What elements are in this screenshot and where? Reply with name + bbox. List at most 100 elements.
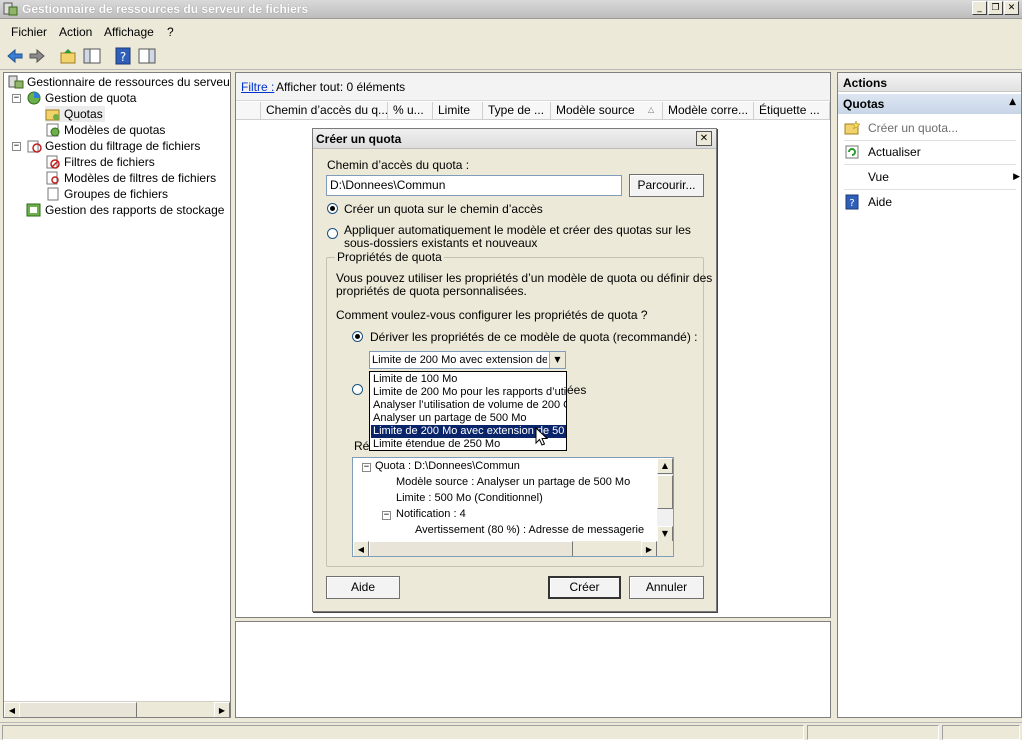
radio-create-on-path-label[interactable]: Créer un quota sur le chemin d’accès [344,202,543,216]
tree-file-screening[interactable]: Gestion du filtrage de fichiers [26,138,200,154]
tree-storage-reports[interactable]: Gestion des rapports de stockage [26,202,224,218]
browse-button[interactable]: Parcourir... [629,174,704,197]
expander-quota-mgmt[interactable]: − [12,94,21,103]
file-screening-icon [27,140,42,153]
create-button[interactable]: Créer [548,576,621,599]
template-combobox[interactable]: Limite de 200 Mo avec extension de ▼ [369,351,566,369]
scroll-left-arrow-icon[interactable]: ◀ [353,541,369,556]
radio-custom-properties[interactable] [352,384,363,395]
server-icon [8,75,24,89]
dropdown-arrow-icon[interactable]: ▼ [549,352,565,368]
up-folder-icon[interactable] [58,46,78,66]
column-header-source-template[interactable]: Modèle source [551,102,663,120]
column-header-icon[interactable] [236,102,261,120]
actions-pane: Actions Quotas ▲ Créer un quota... Actua… [837,72,1022,718]
summary-notification: Notification : 4 [396,508,466,520]
column-header-type[interactable]: Type de ... [483,102,551,120]
actions-header: Actions [838,73,1021,92]
radio-auto-apply[interactable] [327,228,338,239]
radio-create-on-path[interactable] [327,203,338,214]
custom-properties-label-visible[interactable]: ées [567,383,586,397]
scroll-down-arrow-icon[interactable]: ▼ [657,526,673,542]
dialog-close-icon[interactable]: ✕ [696,131,712,146]
forward-icon[interactable] [27,46,47,66]
refresh-icon [845,145,859,159]
action-refresh[interactable]: Actualiser [844,142,1016,162]
radio-derive-template-label[interactable]: Dériver les propriétés de ce modèle de q… [370,330,698,344]
summary-vscroll-thumb[interactable] [657,475,673,509]
tree-file-filters[interactable]: Filtres de fichiers [45,154,155,170]
title-bar: Gestionnaire de ressources du serveur de… [0,0,1022,19]
expander-filter-mgmt[interactable]: − [12,142,21,151]
collapse-up-icon[interactable]: ▲ [1009,97,1016,107]
menu-fichier[interactable]: Fichier [11,25,47,39]
menu-affichage[interactable]: Affichage [104,25,154,39]
scroll-up-arrow-icon[interactable]: ▲ [657,458,673,474]
summary-limit: Limite : 500 Mo (Conditionnel) [396,492,543,504]
console-tree: Gestionnaire de ressources du serveur de… [3,72,231,718]
help-button[interactable]: Aide [326,576,400,599]
scroll-right-arrow-icon[interactable]: ▶ [214,702,230,717]
dropdown-option[interactable]: Analyser l’utilisation de volume de 200 … [371,399,566,412]
summary-quota-path: Quota : D:\Donnees\Commun [375,460,520,472]
storage-reports-icon [26,203,41,217]
action-create-quota[interactable]: Créer un quota... [844,118,1016,138]
dropdown-option[interactable]: Limite de 200 Mo pour les rapports d’uti… [371,386,566,399]
radio-derive-template[interactable] [352,331,363,342]
tree-hscrollbar[interactable]: ◀ ▶ [4,701,230,717]
quota-path-label: Chemin d’accès du quota : [327,158,470,172]
menu-help[interactable]: ? [167,25,174,39]
show-hide-tree-icon[interactable] [82,46,102,66]
template-combobox-value: Limite de 200 Mo avec extension de [372,354,547,366]
action-help[interactable]: ? Aide [844,192,1016,212]
column-header-limit[interactable]: Limite [433,102,483,120]
column-header-path[interactable]: Chemin d’accès du q... [261,102,388,120]
details-pane [235,621,831,718]
column-header-label[interactable]: Étiquette ... [754,102,830,120]
dropdown-option[interactable]: Analyser un partage de 500 Mo [371,412,566,425]
summary-hscroll-thumb[interactable] [369,541,573,556]
column-header-match-template[interactable]: Modèle corre... [663,102,754,120]
status-segment-right [942,725,1020,740]
quota-templates-icon [46,123,60,137]
show-hide-action-pane-icon[interactable] [137,46,157,66]
scroll-right-arrow-icon[interactable]: ▶ [641,541,657,556]
summary-vscrollbar[interactable]: ▲ ▼ [657,458,673,542]
summary-expander-quota[interactable]: − [362,463,371,472]
action-separator [844,164,1016,165]
filter-template-icon [46,171,59,185]
tree-scroll-thumb[interactable] [19,702,137,717]
action-separator [844,189,1016,190]
filter-bar: Filtre : Afficher tout: 0 éléments [236,73,830,101]
tree-quota-templates[interactable]: Modèles de quotas [45,122,165,138]
close-button[interactable]: ✕ [1004,1,1019,15]
filter-link[interactable]: Filtre : [241,80,274,94]
menu-action[interactable]: Action [59,25,92,39]
restore-button[interactable]: ❐ [988,1,1003,15]
action-view[interactable]: Vue ▶ [844,167,1020,187]
help-icon: ? [845,194,859,210]
filter-status: Afficher tout: 0 éléments [276,80,406,94]
dialog-title: Créer un quota [316,132,402,146]
status-segment-middle [807,725,939,740]
quota-path-input[interactable]: D:\Donnees\Commun [326,175,622,196]
tree-root[interactable]: Gestionnaire de ressources du serveur de… [8,74,230,90]
tree-quotas[interactable]: Quotas [45,106,105,122]
summary-expander-notification[interactable]: − [382,511,391,520]
back-icon[interactable] [5,46,25,66]
tree-quota-management[interactable]: Gestion de quota [26,90,136,106]
cancel-button[interactable]: Annuler [629,576,704,599]
tree-file-groups[interactable]: Groupes de fichiers [45,186,168,202]
dropdown-option[interactable]: Limite de 100 Mo [371,373,566,386]
summary-source-template: Modèle source : Analyser un partage de 5… [396,476,631,488]
summary-hscrollbar[interactable]: ◀ ▶ [353,541,673,556]
minimize-button[interactable]: _ [972,1,987,15]
actions-section-quotas[interactable]: Quotas ▲ [838,94,1021,114]
radio-auto-apply-label-line1[interactable]: Appliquer automatiquement le modèle et c… [344,223,691,237]
scroll-left-arrow-icon[interactable]: ◀ [4,702,20,717]
column-header-usage[interactable]: % u... [388,102,433,120]
tree-filter-templates[interactable]: Modèles de filtres de fichiers [45,170,216,186]
dialog-title-bar: Créer un quota ✕ [313,129,716,149]
help-icon[interactable]: ? [113,46,133,66]
radio-auto-apply-label-line2[interactable]: sous-dossiers existants et nouveaux [344,236,537,250]
